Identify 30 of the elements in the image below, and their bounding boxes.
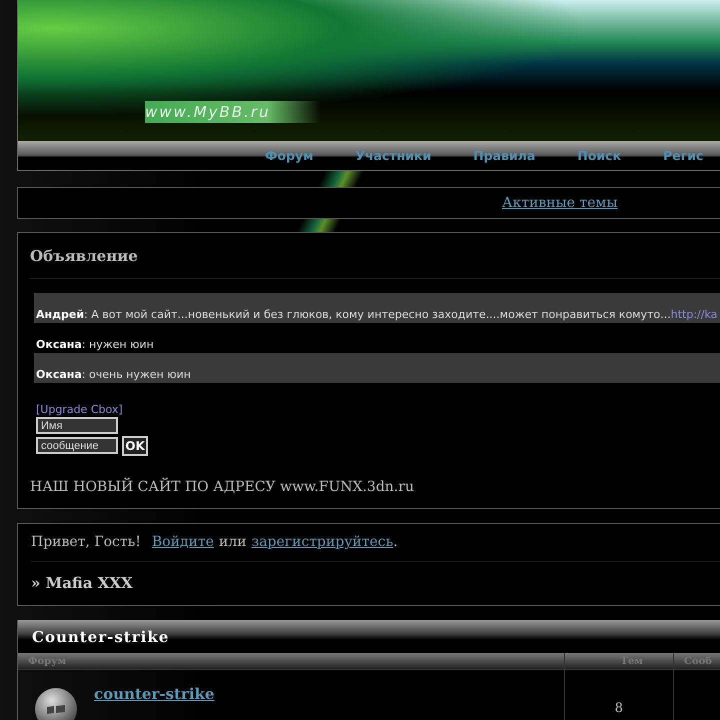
forum-link[interactable]: counter-strike	[94, 685, 214, 703]
nav-link[interactable]: Участники	[355, 148, 432, 163]
nav-link[interactable]: Поиск	[577, 148, 622, 163]
notice-text: НАШ НОВЫЙ САЙТ ПО АДРЕСУ www.FUNX.3dn.ru	[30, 479, 415, 495]
name-field[interactable]: Имя	[36, 417, 118, 434]
chat-message: Андрей: А вот мой сайт...новенький и без глюков, кому интересно заходите....может понравиться комуто...http://ka	[34, 293, 720, 323]
column-header: Форум	[18, 653, 565, 669]
upgrade-link[interactable]: [Upgrade Cbox]	[36, 403, 720, 416]
nav-link[interactable]: Правила	[473, 148, 536, 163]
column-header: Тем	[565, 653, 674, 669]
register-link[interactable]: зарегистрируйтесь	[251, 534, 394, 550]
greeting-text: Привет, Гость!	[31, 534, 141, 550]
chat-message: Оксана: нужен юин	[35, 337, 155, 353]
ok-button[interactable]: OK	[122, 436, 148, 456]
board-title: » Mafia XXX	[31, 574, 134, 592]
column-header: Сооб	[683, 655, 713, 669]
login-link[interactable]: Войдите	[152, 534, 214, 550]
chat-link[interactable]: http://ka	[670, 307, 718, 323]
announcement-title: Объявление	[30, 247, 139, 265]
topic-count: 8	[614, 701, 623, 716]
nav-link[interactable]: Регис	[663, 148, 704, 163]
site-logo: www.MyBB.ru	[145, 101, 320, 123]
period-text: .	[393, 534, 398, 550]
message-field[interactable]: сообщение	[36, 437, 118, 454]
globe-icon	[34, 687, 78, 720]
chat-message: Оксана: очень нужен юин	[34, 353, 720, 383]
active-topics-link[interactable]: Активные темы	[502, 195, 618, 211]
or-text: или	[218, 534, 246, 550]
nav-link[interactable]: Форум	[265, 148, 314, 163]
category-title: Counter-strike	[32, 628, 170, 646]
